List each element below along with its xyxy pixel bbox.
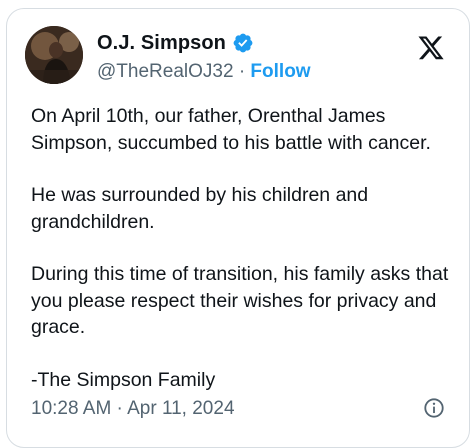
x-logo-icon[interactable] bbox=[417, 36, 445, 62]
post-body: On April 10th, our father, Orenthal Jame… bbox=[31, 103, 461, 393]
avatar-photo bbox=[25, 26, 83, 84]
post-signature: -The Simpson Family bbox=[31, 368, 216, 391]
post-timestamp[interactable]: 10:28 AM · Apr 11, 2024 bbox=[31, 398, 235, 420]
post-paragraph: On April 10th, our father, Orenthal Jame… bbox=[31, 105, 431, 154]
post-paragraph: During this time of transition, his fami… bbox=[31, 263, 449, 338]
handle-separator: · bbox=[238, 61, 246, 82]
post-header: O.J. Simpson @TheRealOJ32 · Follow bbox=[23, 24, 453, 94]
verified-badge-icon bbox=[233, 33, 253, 53]
follow-button[interactable]: Follow bbox=[250, 61, 310, 82]
info-icon[interactable] bbox=[423, 397, 445, 419]
post-paragraph: He was surrounded by his children and gr… bbox=[31, 184, 369, 233]
post-footer: 10:28 AM · Apr 11, 2024 bbox=[31, 395, 445, 423]
handle-row: @TheRealOJ32 · Follow bbox=[97, 61, 311, 83]
name-row: O.J. Simpson bbox=[97, 30, 311, 56]
avatar[interactable] bbox=[25, 26, 83, 84]
author-handle[interactable]: @TheRealOJ32 bbox=[97, 61, 234, 82]
post-card: O.J. Simpson @TheRealOJ32 · Follow On Ap… bbox=[6, 8, 470, 448]
author-info: O.J. Simpson @TheRealOJ32 · Follow bbox=[97, 30, 311, 83]
author-display-name[interactable]: O.J. Simpson bbox=[97, 32, 226, 55]
